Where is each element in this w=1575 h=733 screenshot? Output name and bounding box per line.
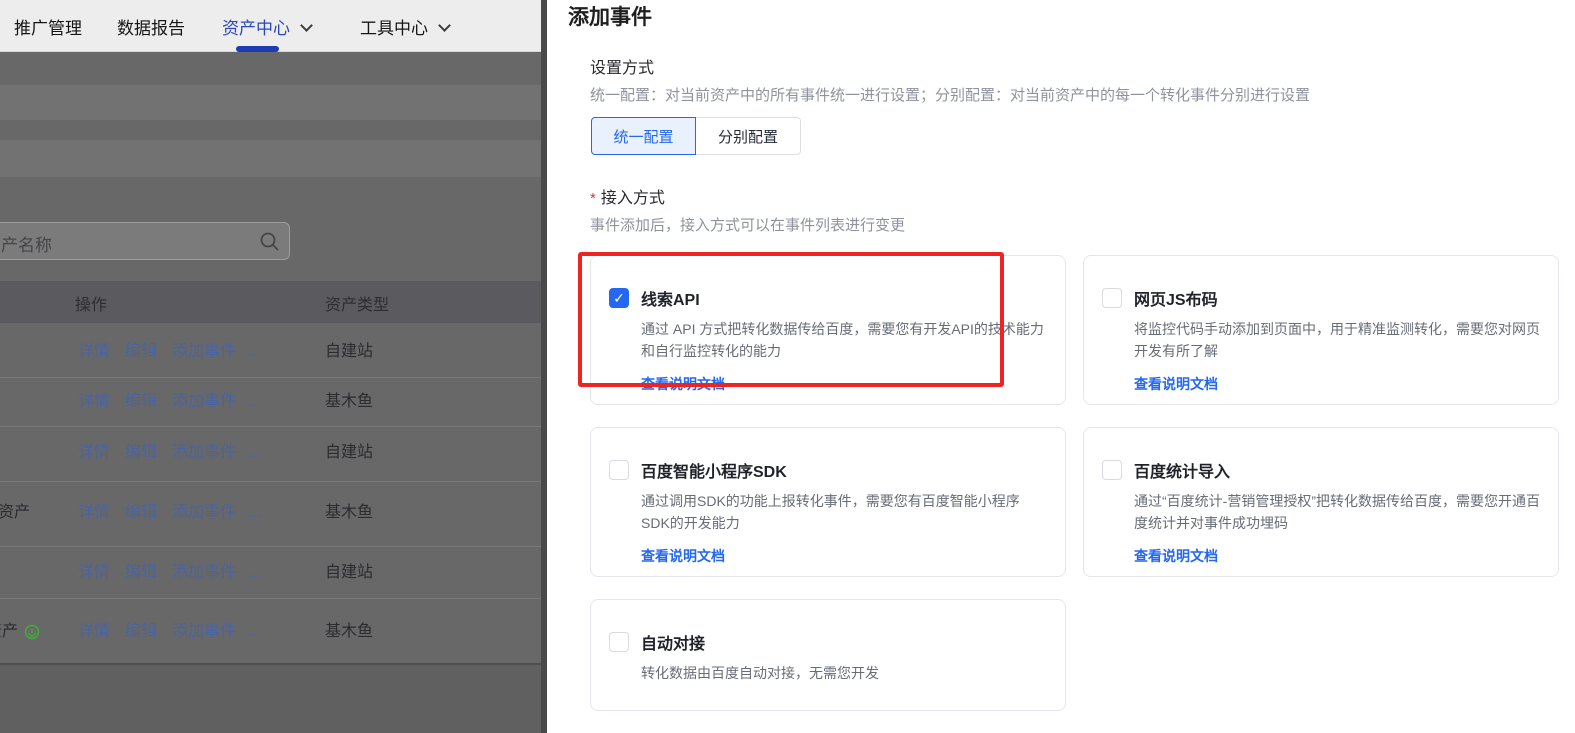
method-description: 通过 API 方式把转化数据传给百度，需要您有开发API的技术能力和自行监控转化… xyxy=(641,318,1047,362)
access-method-note: 事件添加后，接入方式可以在事件列表进行变更 xyxy=(590,214,905,235)
asset-type: 基木鱼 xyxy=(325,620,373,644)
method-title: 百度智能小程序SDK xyxy=(641,458,787,482)
table-row: 详情 编辑 添加事件 ... 自建站 xyxy=(0,340,541,364)
checkbox-unchecked[interactable] xyxy=(609,460,629,480)
chevron-down-icon xyxy=(438,19,451,32)
table-row: 详情 编辑 添加事件 ... 自建站 xyxy=(0,561,541,585)
method-card-smartprogram-sdk[interactable]: 百度智能小程序SDK 通过调用SDK的功能上报转化事件，需要您有百度智能小程序S… xyxy=(590,427,1066,577)
method-description: 将监控代码手动添加到页面中，用于精准监测转化，需要您对网页开发有所了解 xyxy=(1134,318,1540,362)
config-mode-segment: 统一配置 分别配置 xyxy=(591,117,801,155)
check-icon: ✓ xyxy=(613,291,625,305)
background-page: 推广管理 数据报告 资产中心 工具中心 产名称 操作 资产类型 详情 编辑 添加… xyxy=(0,0,541,733)
checkbox-unchecked[interactable] xyxy=(1102,288,1122,308)
toolbar-band xyxy=(0,140,541,177)
toolbar-band xyxy=(0,85,541,120)
method-card-tongji-import[interactable]: 百度统计导入 通过“百度统计-营销管理授权”把转化数据传给百度，需要您开通百度统… xyxy=(1083,427,1559,577)
asset-name-partial: 鱼资产 xyxy=(0,501,30,525)
required-asterisk: * xyxy=(590,190,596,207)
method-card-lead-api[interactable]: ✓ 线索API 通过 API 方式把转化数据传给百度，需要您有开发API的技术能… xyxy=(590,255,1066,405)
edit-link[interactable]: 编辑 xyxy=(125,501,157,525)
row-divider xyxy=(0,546,541,547)
asset-type: 自建站 xyxy=(325,340,373,364)
chevron-down-icon xyxy=(300,19,313,32)
edit-link[interactable]: 编辑 xyxy=(125,441,157,465)
nav-item-promotion[interactable]: 推广管理 xyxy=(14,14,82,39)
method-description: 通过调用SDK的功能上报转化事件，需要您有百度智能小程序SDK的开发能力 xyxy=(641,490,1047,534)
more-actions-link[interactable]: ... xyxy=(248,390,261,414)
add-event-link[interactable]: 添加事件 xyxy=(172,441,236,465)
unified-config-button[interactable]: 统一配置 xyxy=(591,117,696,155)
detail-link[interactable]: 详情 xyxy=(78,561,110,585)
column-header-actions: 操作 xyxy=(75,291,107,315)
view-docs-link[interactable]: 查看说明文档 xyxy=(641,546,725,566)
detail-link[interactable]: 详情 xyxy=(78,390,110,414)
edit-link[interactable]: 编辑 xyxy=(125,561,157,585)
table-header: 操作 资产类型 xyxy=(0,281,541,323)
row-divider xyxy=(0,481,541,482)
method-card-auto-connect[interactable]: 自动对接 转化数据由百度自动对接，无需您开发 xyxy=(590,599,1066,711)
checkbox-checked[interactable]: ✓ xyxy=(609,288,629,308)
add-event-link[interactable]: 添加事件 xyxy=(172,620,236,644)
more-actions-link[interactable]: ... xyxy=(248,340,261,364)
table-row: 鱼资产 详情 编辑 添加事件 ... 基木鱼 xyxy=(0,501,541,525)
view-docs-link[interactable]: 查看说明文档 xyxy=(641,374,725,394)
more-actions-link[interactable]: ... xyxy=(248,501,261,525)
method-title: 网页JS布码 xyxy=(1134,286,1218,310)
add-event-link[interactable]: 添加事件 xyxy=(172,390,236,414)
nav-item-reports[interactable]: 数据报告 xyxy=(117,14,185,39)
method-title: 线索API xyxy=(641,286,700,310)
method-description: 通过“百度统计-营销管理授权”把转化数据传给百度，需要您开通百度统计并对事件成功… xyxy=(1134,490,1540,534)
edit-link[interactable]: 编辑 xyxy=(125,620,157,644)
table-row: 资产 详情 编辑 添加事件 ... 基木鱼 xyxy=(0,620,541,644)
add-event-link[interactable]: 添加事件 xyxy=(172,340,236,364)
method-card-web-js[interactable]: 网页JS布码 将监控代码手动添加到页面中，用于精准监测转化，需要您对网页开发有所… xyxy=(1083,255,1559,405)
drawer-title: 添加事件 xyxy=(568,1,652,31)
asset-type: 自建站 xyxy=(325,441,373,465)
table-row: 详情 编辑 添加事件 ... 基木鱼 xyxy=(0,390,541,414)
asset-type: 基木鱼 xyxy=(325,390,373,414)
checkbox-unchecked[interactable] xyxy=(609,632,629,652)
asset-type: 基木鱼 xyxy=(325,501,373,525)
access-method-cards: ✓ 线索API 通过 API 方式把转化数据传给百度，需要您有开发API的技术能… xyxy=(590,255,1559,711)
search-input[interactable]: 产名称 xyxy=(0,222,290,260)
method-title: 自动对接 xyxy=(641,630,705,654)
view-docs-link[interactable]: 查看说明文档 xyxy=(1134,546,1218,566)
row-divider xyxy=(0,377,541,378)
add-event-link[interactable]: 添加事件 xyxy=(172,501,236,525)
detail-link[interactable]: 详情 xyxy=(78,501,110,525)
table-row: 详情 编辑 添加事件 ... 自建站 xyxy=(0,441,541,465)
method-description: 转化数据由百度自动对接，无需您开发 xyxy=(641,662,1047,684)
checkbox-unchecked[interactable] xyxy=(1102,460,1122,480)
detail-link[interactable]: 详情 xyxy=(78,620,110,644)
detail-link[interactable]: 详情 xyxy=(78,340,110,364)
add-event-drawer: 添加事件 设置方式 统一配置：对当前资产中的所有事件统一进行设置；分别配置：对当… xyxy=(547,0,1575,733)
top-navbar: 推广管理 数据报告 资产中心 工具中心 xyxy=(0,0,541,52)
setting-mode-label: 设置方式 xyxy=(590,54,654,78)
edit-link[interactable]: 编辑 xyxy=(125,390,157,414)
row-divider xyxy=(0,598,541,599)
table-footer-band xyxy=(0,665,541,733)
row-divider xyxy=(0,426,541,427)
more-actions-link[interactable]: ... xyxy=(248,620,261,644)
detail-link[interactable]: 详情 xyxy=(78,441,110,465)
nav-item-tool-center[interactable]: 工具中心 xyxy=(360,14,449,39)
more-actions-link[interactable]: ... xyxy=(248,441,261,465)
search-icon[interactable] xyxy=(259,231,281,253)
setting-mode-description: 统一配置：对当前资产中的所有事件统一进行设置；分别配置：对当前资产中的每一个转化… xyxy=(590,84,1310,105)
add-event-link[interactable]: 添加事件 xyxy=(172,561,236,585)
nav-item-asset-center[interactable]: 资产中心 xyxy=(222,14,311,39)
more-actions-link[interactable]: ... xyxy=(248,561,261,585)
miniprogram-icon xyxy=(24,624,40,640)
edit-link[interactable]: 编辑 xyxy=(125,340,157,364)
view-docs-link[interactable]: 查看说明文档 xyxy=(1134,374,1218,394)
asset-name-partial: 资产 xyxy=(0,620,18,644)
separate-config-button[interactable]: 分别配置 xyxy=(696,117,801,155)
dimmed-content: 产名称 操作 资产类型 详情 编辑 添加事件 ... 自建站 详情 编辑 添加事… xyxy=(0,52,541,733)
asset-type: 自建站 xyxy=(325,561,373,585)
column-header-asset-type: 资产类型 xyxy=(325,291,389,315)
search-placeholder: 产名称 xyxy=(1,231,52,256)
access-method-label: *接入方式 xyxy=(590,184,665,208)
method-title: 百度统计导入 xyxy=(1134,458,1230,482)
